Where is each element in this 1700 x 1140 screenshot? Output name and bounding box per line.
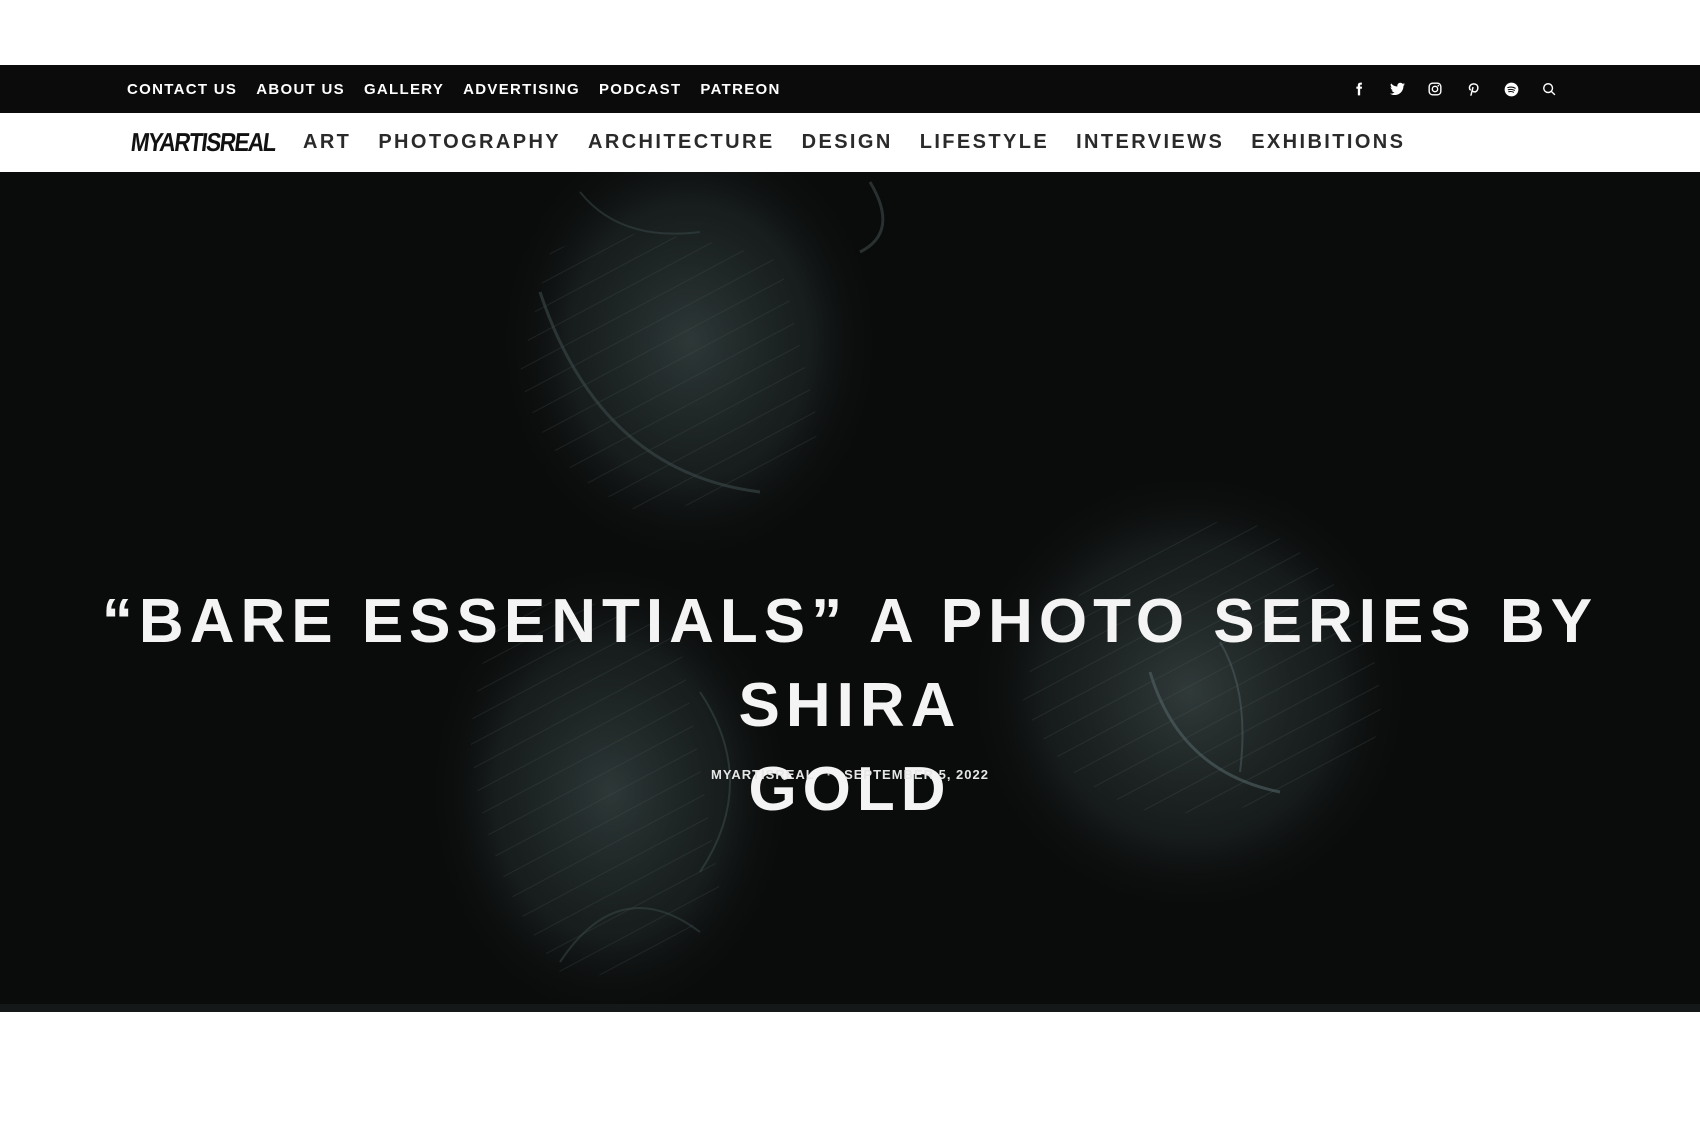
search-icon[interactable] xyxy=(1540,80,1558,98)
top-link-advertising[interactable]: ADVERTISING xyxy=(463,81,580,98)
site-logo[interactable]: MYARTISREAL xyxy=(129,127,277,158)
facebook-icon[interactable] xyxy=(1350,80,1368,98)
top-link-gallery[interactable]: GALLERY xyxy=(364,81,444,98)
main-navigation: MYARTISREAL ART PHOTOGRAPHY ARCHITECTURE… xyxy=(0,113,1700,172)
article-meta: MYARTISREAL · SEPTEMBER 5, 2022 xyxy=(0,767,1700,782)
social-icons xyxy=(1350,65,1558,113)
pinterest-icon[interactable] xyxy=(1464,80,1482,98)
page: CONTACT US ABOUT US GALLERY ADVERTISING … xyxy=(0,0,1700,1140)
nav-item-design[interactable]: DESIGN xyxy=(802,131,893,154)
nav-item-exhibitions[interactable]: EXHIBITIONS xyxy=(1251,131,1405,154)
twitter-icon[interactable] xyxy=(1388,80,1406,98)
article-title[interactable]: “BARE ESSENTIALS” A PHOTO SERIES BY SHIR… xyxy=(0,580,1700,832)
article-title-line-1: “BARE ESSENTIALS” A PHOTO SERIES BY SHIR… xyxy=(101,587,1599,740)
article-date: SEPTEMBER 5, 2022 xyxy=(844,767,989,782)
nav-item-interviews[interactable]: INTERVIEWS xyxy=(1076,131,1224,154)
nav-item-photography[interactable]: PHOTOGRAPHY xyxy=(378,131,561,154)
meta-separator: · xyxy=(826,767,833,782)
mask-shape-top xyxy=(490,172,890,572)
nav-item-art[interactable]: ART xyxy=(303,131,351,154)
nav-item-lifestyle[interactable]: LIFESTYLE xyxy=(920,131,1049,154)
instagram-icon[interactable] xyxy=(1426,80,1444,98)
article-title-line-2: GOLD xyxy=(748,755,952,824)
top-link-podcast[interactable]: PODCAST xyxy=(599,81,681,98)
top-utility-links: CONTACT US ABOUT US GALLERY ADVERTISING … xyxy=(127,65,781,113)
category-menu: ART PHOTOGRAPHY ARCHITECTURE DESIGN LIFE… xyxy=(303,113,1405,172)
top-link-about-us[interactable]: ABOUT US xyxy=(256,81,345,98)
spotify-icon[interactable] xyxy=(1502,80,1520,98)
top-link-patreon[interactable]: PATREON xyxy=(700,81,780,98)
top-utility-bar: CONTACT US ABOUT US GALLERY ADVERTISING … xyxy=(0,65,1700,113)
hero-featured-article[interactable]: “BARE ESSENTIALS” A PHOTO SERIES BY SHIR… xyxy=(0,172,1700,1012)
top-link-contact-us[interactable]: CONTACT US xyxy=(127,81,237,98)
article-author-link[interactable]: MYARTISREAL xyxy=(711,767,815,782)
nav-item-architecture[interactable]: ARCHITECTURE xyxy=(588,131,775,154)
